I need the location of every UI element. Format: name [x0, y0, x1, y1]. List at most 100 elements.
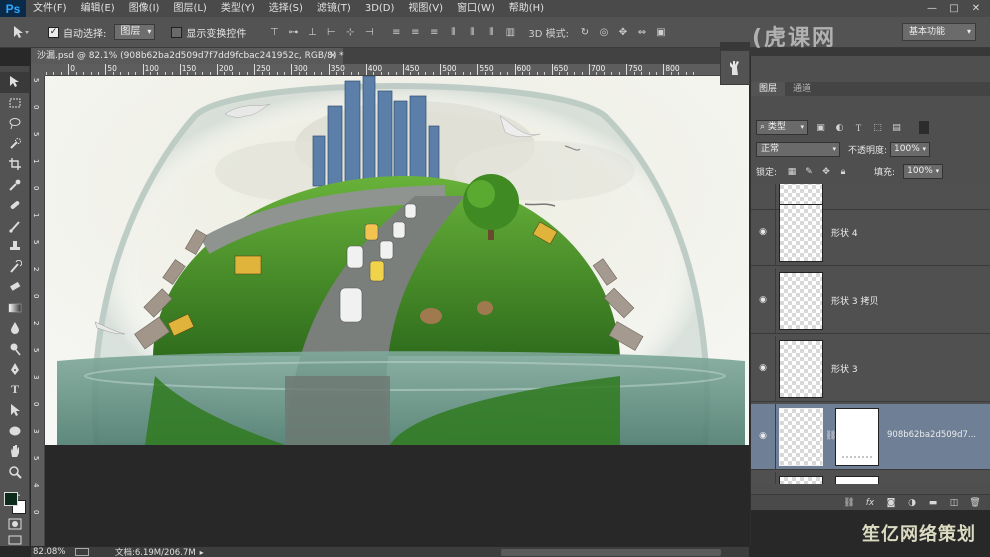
vertical-ruler[interactable]: 50510152025303540	[31, 76, 45, 546]
layer-row[interactable]: ◉ 形状 3 拷贝	[751, 268, 990, 334]
marquee-tool-icon[interactable]	[0, 93, 30, 114]
mask-link-icon[interactable]: ⛓	[825, 431, 836, 443]
fill-field[interactable]: 100%	[903, 164, 944, 179]
layer-row[interactable]: ◉ 形状 4	[751, 200, 990, 266]
tool-presets-panel-icon[interactable]	[720, 50, 750, 85]
visibility-eye-icon[interactable]: ◉	[757, 363, 769, 375]
layer-row[interactable]: ◉ ⛓ 908b62ba2d509d7...	[751, 404, 990, 470]
zoom-tool-icon[interactable]	[0, 462, 30, 483]
menu-layer[interactable]: 图层(L)	[166, 0, 213, 17]
3d-roll-icon[interactable]: ◎	[596, 24, 612, 40]
healing-brush-tool-icon[interactable]	[0, 195, 30, 216]
visibility-eye-icon[interactable]: ◉	[757, 431, 769, 443]
move-tool-preset-icon[interactable]	[6, 22, 36, 42]
canvas-area[interactable]	[45, 76, 749, 546]
auto-select-option[interactable]: ✓ 自动选择:	[48, 25, 106, 40]
layer-thumbnail[interactable]	[779, 340, 823, 398]
horizontal-ruler[interactable]: 5005010015020025030035040045050055060065…	[45, 64, 749, 76]
blend-mode-dropdown[interactable]: 正常	[756, 142, 840, 157]
3d-slide-icon[interactable]: ⇔	[634, 24, 650, 40]
filter-adjustment-icon[interactable]: ◐	[833, 121, 846, 134]
filter-shape-icon[interactable]: ⬚	[871, 121, 884, 134]
lock-all-icon[interactable]: 🔒︎	[837, 166, 849, 178]
menu-filter[interactable]: 滤镜(T)	[310, 0, 358, 17]
lock-position-icon[interactable]: ✥	[820, 166, 832, 178]
zoom-level[interactable]: 82.08%	[31, 547, 75, 557]
foreground-color-swatch[interactable]	[4, 492, 18, 506]
status-info-icon[interactable]	[75, 548, 89, 556]
layer-mask-thumbnail[interactable]	[835, 476, 879, 484]
type-tool-icon[interactable]: T	[0, 380, 30, 401]
layer-filter-kind-dropdown[interactable]: ⌕ 类型	[756, 120, 808, 135]
quick-mask-icon[interactable]	[0, 514, 30, 535]
visibility-eye-icon[interactable]: ◉	[757, 227, 769, 239]
link-layers-icon[interactable]: ⛓	[843, 497, 855, 509]
distribute-left-icon[interactable]: ⫴	[445, 24, 461, 40]
align-top-icon[interactable]: ⊤	[266, 24, 282, 40]
close-document-icon[interactable]: ×	[329, 48, 337, 64]
layer-thumbnail[interactable]	[779, 408, 823, 466]
move-tool-icon[interactable]	[0, 72, 30, 93]
align-right-icon[interactable]: ⊣	[361, 24, 377, 40]
show-transform-checkbox[interactable]: ✓	[171, 26, 183, 38]
layer-name[interactable]: 形状 3 拷贝	[831, 294, 878, 307]
menu-3d[interactable]: 3D(D)	[358, 0, 402, 17]
filter-smart-object-icon[interactable]: ▤	[890, 121, 903, 134]
crop-tool-icon[interactable]	[0, 154, 30, 175]
lock-image-pixels-icon[interactable]: ✎	[803, 166, 815, 178]
layer-name[interactable]: 908b62ba2d509d7...	[887, 430, 976, 440]
distribute-hcenter-icon[interactable]: ⫴	[464, 24, 480, 40]
menu-edit[interactable]: 编辑(E)	[74, 0, 122, 17]
distribute-right-icon[interactable]: ⫴	[483, 24, 499, 40]
menu-file[interactable]: 文件(F)	[26, 0, 74, 17]
maximize-button[interactable]: □	[944, 1, 964, 15]
workspace-dropdown[interactable]: 基本功能	[902, 23, 976, 41]
auto-select-target-dropdown[interactable]: 图层	[114, 24, 156, 40]
layer-name[interactable]: 形状 4	[831, 226, 858, 239]
menu-type[interactable]: 类型(Y)	[214, 0, 262, 17]
menu-image[interactable]: 图像(I)	[122, 0, 167, 17]
new-layer-icon[interactable]: ◫	[948, 497, 960, 509]
align-bottom-icon[interactable]: ⊥	[304, 24, 320, 40]
3d-scale-icon[interactable]: ▣	[653, 24, 669, 40]
document-canvas[interactable]	[45, 76, 749, 445]
layer-mask-thumbnail[interactable]	[835, 408, 879, 466]
pen-tool-icon[interactable]	[0, 359, 30, 380]
filter-pixel-icon[interactable]: ▣	[814, 121, 827, 134]
distribute-vcenter-icon[interactable]: ≡	[407, 24, 423, 40]
filter-toggle-switch[interactable]	[919, 121, 929, 134]
layer-list[interactable]: ◉ 形状 4 ◉ 形状 3 拷贝 ◉ 形状 3 ◉ ⛓ 908b62ba2d509d7... ⛓	[751, 184, 990, 484]
new-group-icon[interactable]: ▬	[927, 497, 939, 509]
layer-thumbnail[interactable]	[779, 476, 823, 484]
horizontal-scrollbar[interactable]	[501, 549, 721, 556]
layer-thumbnail[interactable]	[779, 272, 823, 330]
eyedropper-tool-icon[interactable]	[0, 175, 30, 196]
layer-thumbnail[interactable]	[779, 204, 823, 262]
screen-mode-icon[interactable]	[0, 534, 30, 546]
eraser-tool-icon[interactable]	[0, 277, 30, 298]
distribute-top-icon[interactable]: ≡	[388, 24, 404, 40]
filter-type-icon[interactable]: T	[852, 121, 865, 134]
tab-layers[interactable]: 图层	[751, 82, 786, 96]
status-menu-arrow-icon[interactable]: ▸	[200, 548, 204, 557]
align-vcenter-icon[interactable]: ⊶	[285, 24, 301, 40]
layer-row[interactable]: ⛓	[751, 472, 990, 484]
distribute-bottom-icon[interactable]: ≡	[426, 24, 442, 40]
minimize-button[interactable]: —	[922, 1, 942, 15]
shape-tool-icon[interactable]	[0, 421, 30, 442]
lock-transparent-pixels-icon[interactable]: ▦	[786, 166, 798, 178]
adjustment-layer-icon[interactable]: ◑	[906, 497, 918, 509]
blur-tool-icon[interactable]	[0, 318, 30, 339]
trash-icon[interactable]: 🗑︎	[969, 497, 981, 509]
lasso-tool-icon[interactable]	[0, 113, 30, 134]
auto-select-checkbox[interactable]: ✓	[48, 26, 59, 38]
align-hcenter-icon[interactable]: ⊹	[342, 24, 358, 40]
align-left-icon[interactable]: ⊢	[323, 24, 339, 40]
menu-view[interactable]: 视图(V)	[401, 0, 450, 17]
layer-row[interactable]: ◉ 形状 3	[751, 336, 990, 402]
3d-pan-icon[interactable]: ✥	[615, 24, 631, 40]
layer-name[interactable]: 形状 3	[831, 362, 858, 375]
opacity-field[interactable]: 100%	[890, 142, 931, 157]
brush-tool-icon[interactable]	[0, 216, 30, 237]
show-transform-option[interactable]: ✓ 显示变换控件	[171, 25, 246, 40]
